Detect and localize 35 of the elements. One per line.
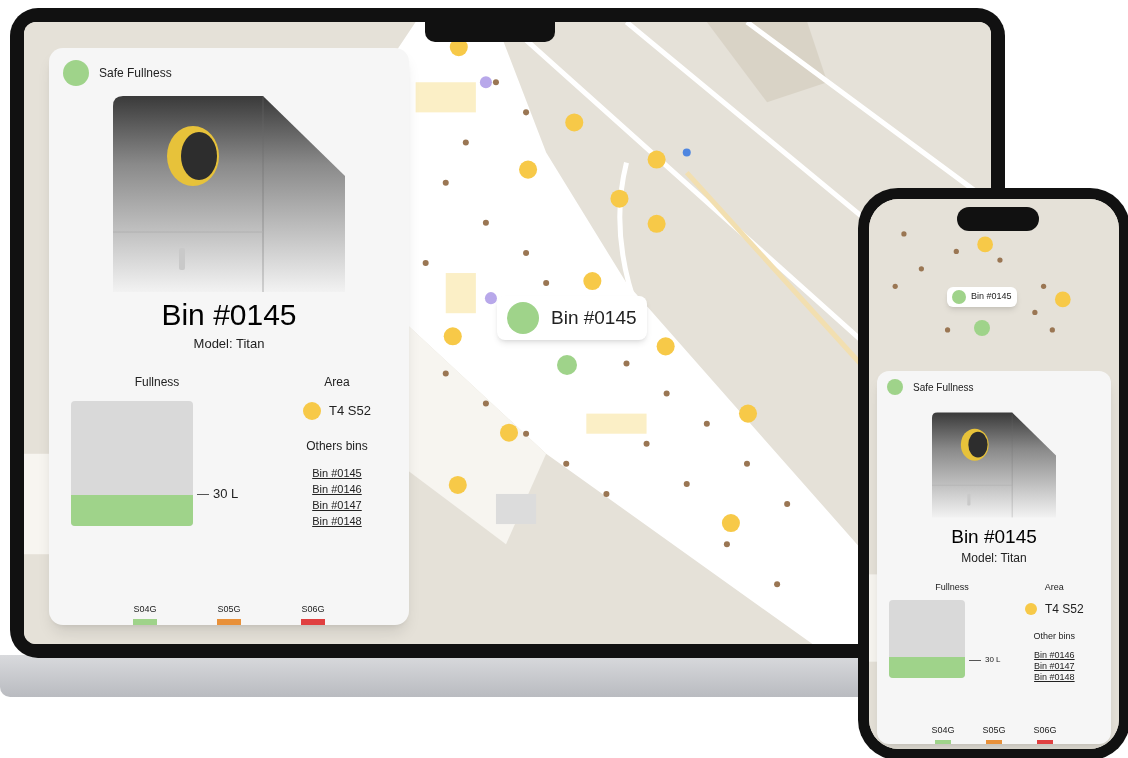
fullness-reading: 30 L xyxy=(213,485,239,504)
bin-link[interactable]: Bin #0146 xyxy=(312,480,362,497)
bin-tooltip[interactable]: Bin #0145 xyxy=(947,287,1017,307)
legend-label: S04G xyxy=(931,723,955,737)
fullness-label: Fullness xyxy=(935,580,969,594)
legend-label: S06G xyxy=(1033,723,1057,737)
bin-link[interactable]: Bin #0147 xyxy=(312,496,362,513)
legend-label: S06G xyxy=(301,602,325,616)
status-label: Safe Fullness xyxy=(913,380,974,395)
bin-title: Bin #0145 xyxy=(951,525,1037,549)
other-bins-label: Other bins xyxy=(1033,630,1076,644)
bin-title: Bin #0145 xyxy=(161,297,297,333)
bin-model: Model: Titan xyxy=(193,334,265,353)
area-value: T4 S52 xyxy=(1045,601,1084,619)
legend-label: S05G xyxy=(982,723,1006,737)
fullness-label: Fullness xyxy=(134,374,180,391)
bin-link[interactable]: Bin #0146 xyxy=(1034,649,1075,661)
level-tick xyxy=(197,493,209,495)
tooltip-label: Bin #0145 xyxy=(971,290,1012,304)
area-label: Area xyxy=(1044,580,1064,594)
other-bins-label: Others bins xyxy=(306,437,368,455)
bin-link[interactable]: Bin #0148 xyxy=(1034,671,1075,683)
bin-model: Model: Titan xyxy=(961,549,1027,567)
tooltip-label: Bin #0145 xyxy=(551,305,637,330)
legend-label: S04G xyxy=(133,602,157,616)
bin-link[interactable]: Bin #0148 xyxy=(312,512,362,529)
bin-link[interactable]: Bin #0147 xyxy=(1034,660,1075,672)
fullness-reading: 30 L xyxy=(985,654,1001,667)
area-value: T4 S52 xyxy=(329,402,371,420)
bin-tooltip[interactable]: Bin #0145 xyxy=(497,296,647,340)
legend-label: S05G xyxy=(217,602,241,616)
bin-link[interactable]: Bin #0145 xyxy=(312,464,362,481)
area-label: Area xyxy=(324,374,350,391)
status-label: Safe Fullness xyxy=(99,65,172,82)
level-tick xyxy=(969,659,981,661)
